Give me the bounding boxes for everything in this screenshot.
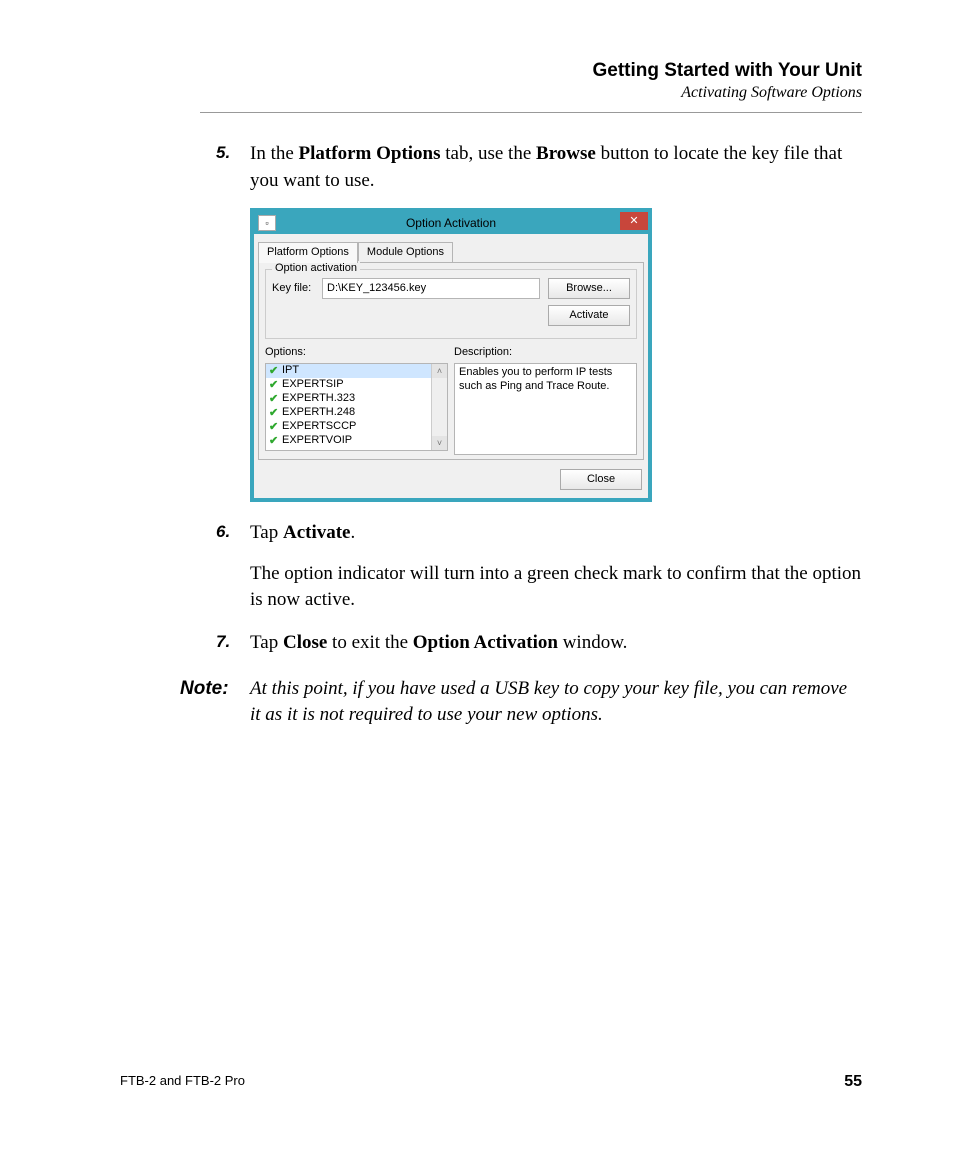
options-listbox[interactable]: ✔IPT ✔EXPERTSIP ✔EXPERTH.323 ✔EXPERTH.24… xyxy=(265,363,448,451)
activate-button[interactable]: Activate xyxy=(548,305,630,326)
step-7-text: Tap Close to exit the Option Activation … xyxy=(250,630,862,657)
check-icon: ✔ xyxy=(269,367,279,375)
tab-platform-options[interactable]: Platform Options xyxy=(258,242,358,262)
close-icon[interactable]: ✕ xyxy=(620,212,648,230)
page-header-subtitle: Activating Software Options xyxy=(200,84,862,102)
check-icon: ✔ xyxy=(269,395,279,403)
list-item[interactable]: ✔EXPERTVOIP xyxy=(266,434,431,448)
check-icon: ✔ xyxy=(269,409,279,417)
list-item[interactable]: ✔EXPERTSIP xyxy=(266,378,431,392)
scrollbar[interactable]: ˄ ˅ xyxy=(431,364,447,450)
step-number-7: 7. xyxy=(216,630,230,654)
step-number-6: 6. xyxy=(216,520,230,544)
browse-button[interactable]: Browse... xyxy=(548,278,630,299)
page-header-title: Getting Started with Your Unit xyxy=(200,60,862,82)
option-activation-window: ▫ Option Activation ✕ Platform Options M… xyxy=(250,208,652,502)
app-icon: ▫ xyxy=(258,215,276,231)
keyfile-input[interactable]: D:\KEY_123456.key xyxy=(322,278,540,299)
step-number-5: 5. xyxy=(216,141,230,165)
list-item[interactable]: ✔EXPERTH.323 xyxy=(266,392,431,406)
check-icon: ✔ xyxy=(269,423,279,431)
step-5-text: In the Platform Options tab, use the Bro… xyxy=(250,141,862,194)
list-item[interactable]: ✔EXPERTSCCP xyxy=(266,420,431,434)
chevron-up-icon[interactable]: ˄ xyxy=(432,364,447,378)
window-titlebar: ▫ Option Activation ✕ xyxy=(254,212,648,234)
check-icon: ✔ xyxy=(269,381,279,389)
note-label: Note: xyxy=(180,676,250,729)
step-6-para2: The option indicator will turn into a gr… xyxy=(250,561,862,614)
check-icon: ✔ xyxy=(269,437,279,445)
list-item[interactable]: ✔EXPERTH.248 xyxy=(266,406,431,420)
list-item[interactable]: ✔IPT xyxy=(266,364,431,378)
tab-module-options[interactable]: Module Options xyxy=(358,242,453,262)
chevron-down-icon[interactable]: ˅ xyxy=(432,436,447,450)
options-column-label: Options: xyxy=(265,345,448,360)
window-title: Option Activation xyxy=(406,215,496,232)
step-6-text: Tap Activate. xyxy=(250,520,862,547)
footer-product: FTB-2 and FTB-2 Pro xyxy=(120,1073,245,1091)
keyfile-label: Key file: xyxy=(272,281,322,296)
note-text: At this point, if you have used a USB ke… xyxy=(250,676,862,729)
groupbox-title: Option activation xyxy=(272,261,360,276)
close-button[interactable]: Close xyxy=(560,469,642,490)
header-divider xyxy=(200,112,862,113)
description-box: Enables you to perform IP tests such as … xyxy=(454,363,637,455)
page-number: 55 xyxy=(844,1073,862,1091)
description-column-label: Description: xyxy=(454,345,637,360)
